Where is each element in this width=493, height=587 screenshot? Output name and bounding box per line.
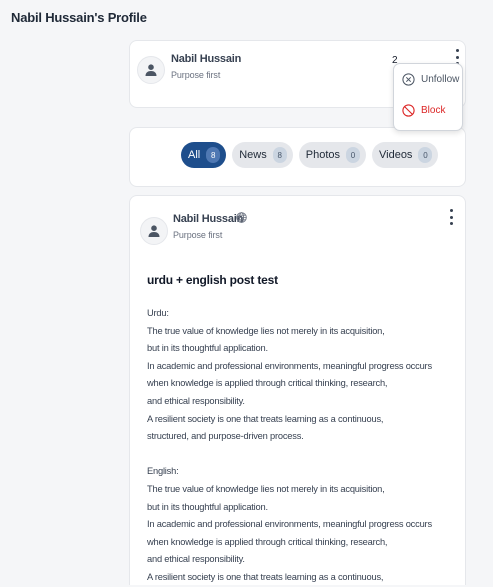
post-author-name[interactable]: Nabil Hussain <box>173 213 243 225</box>
block-menu-item[interactable]: Block <box>402 104 445 117</box>
post-line: and ethical responsibility. <box>147 554 245 565</box>
user-icon <box>145 64 157 76</box>
filter-photos[interactable]: Photos 0 <box>298 142 366 168</box>
profile-options-menu: Unfollow Block <box>393 63 463 131</box>
post-author-tagline: Purpose first <box>173 230 223 240</box>
user-icon <box>148 225 160 237</box>
post-line: but in its thoughtful application. <box>147 501 268 512</box>
filter-news[interactable]: News 8 <box>232 142 293 168</box>
unfollow-label: Unfollow <box>421 74 460 85</box>
profile-name[interactable]: Nabil Hussain <box>171 53 241 65</box>
filter-count: 0 <box>418 147 433 163</box>
filter-label: Photos <box>305 149 340 161</box>
unfollow-menu-item[interactable]: Unfollow <box>402 73 459 86</box>
post-body: Urdu: The true value of knowledge lies n… <box>147 305 457 587</box>
filter-card: All 8 News 8 Photos 0 Videos 0 <box>129 127 466 187</box>
filter-label: News <box>239 149 267 161</box>
post-line: English: <box>147 466 179 477</box>
filter-count: 0 <box>346 147 360 163</box>
unfollow-icon <box>402 73 415 86</box>
post-line: A resilient society is one that treats l… <box>147 571 384 582</box>
post-line: when knowledge is applied through critic… <box>147 536 388 547</box>
post-line: The true value of knowledge lies not mer… <box>147 483 385 494</box>
filter-label: All <box>188 149 201 161</box>
filter-count: 8 <box>206 147 221 163</box>
block-icon <box>402 104 415 117</box>
post-line: structured, and purpose-driven process. <box>147 431 304 442</box>
filter-label: Videos <box>379 149 413 161</box>
post-options-icon[interactable] <box>446 209 456 225</box>
post-line: when knowledge is applied through critic… <box>147 378 388 389</box>
post-line: Urdu: <box>147 308 169 318</box>
filter-videos[interactable]: Videos 0 <box>372 142 439 168</box>
post-avatar[interactable] <box>140 217 168 245</box>
post-line <box>147 446 457 464</box>
filter-tabs: All 8 News 8 Photos 0 Videos 0 <box>181 142 439 168</box>
filter-count: 8 <box>272 147 287 163</box>
post-line: A resilient society is one that treats l… <box>147 413 384 424</box>
profile-tagline: Purpose first <box>171 70 221 80</box>
page-title: Nabil Hussain's Profile <box>11 10 147 25</box>
block-label: Block <box>421 105 446 116</box>
post-card: Nabil Hussain Purpose first urdu + engli… <box>129 195 466 585</box>
post-line: The true value of knowledge lies not mer… <box>147 325 385 336</box>
post-line: but in its thoughtful application. <box>147 343 268 354</box>
post-line: and ethical responsibility. <box>147 395 245 406</box>
post-line: In academic and professional environment… <box>147 360 432 371</box>
avatar[interactable] <box>137 56 165 84</box>
filter-all[interactable]: All 8 <box>181 142 227 168</box>
post-title: urdu + english post test <box>147 273 278 287</box>
post-line: In academic and professional environment… <box>147 519 432 530</box>
globe-icon <box>236 212 247 223</box>
